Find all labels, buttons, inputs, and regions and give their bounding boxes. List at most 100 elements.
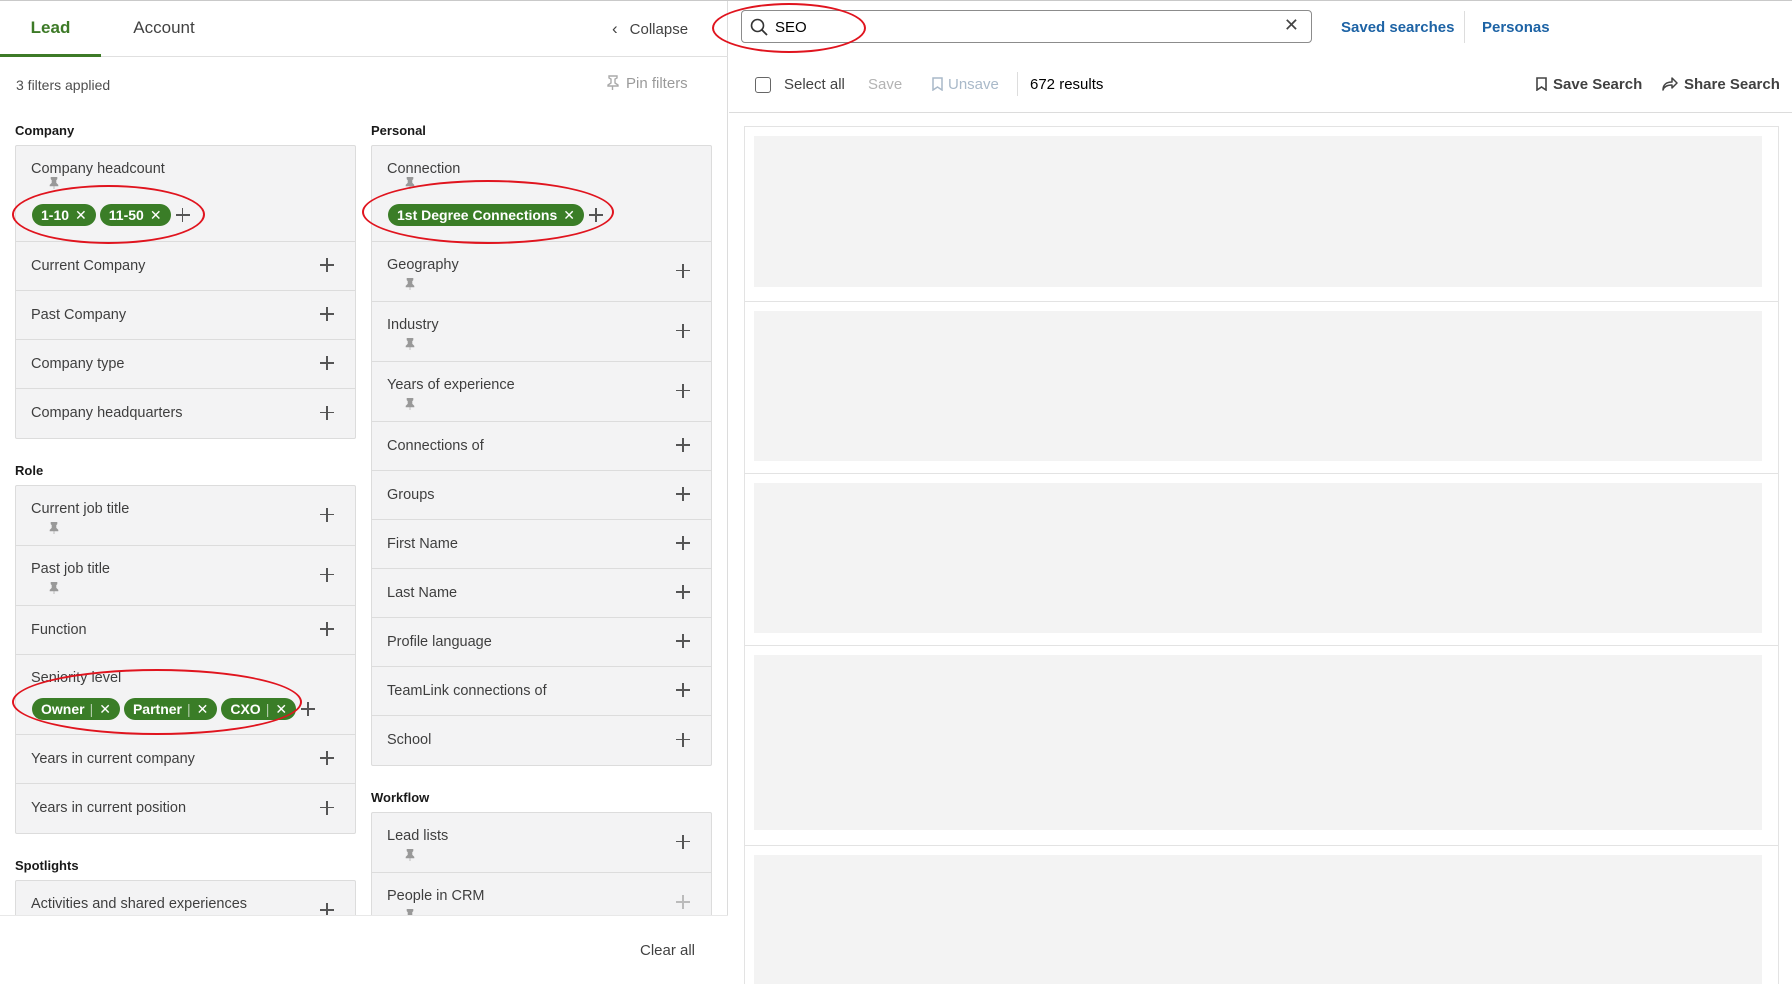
collapse-button[interactable]: ‹ Collapse [612, 1, 688, 57]
filter-current-job-title[interactable]: Current job title [16, 486, 355, 546]
pin-icon[interactable] [49, 581, 59, 598]
filter-label: Years in current position [31, 800, 187, 816]
filter-pill-11-50[interactable]: 11-50 ✕ [99, 204, 171, 226]
filter-pill-1-10[interactable]: 1-10 ✕ [32, 204, 96, 226]
pin-icon[interactable] [405, 397, 415, 414]
filter-company-headquarters[interactable]: Company headquarters [16, 389, 355, 438]
loading-placeholder [754, 855, 1762, 984]
tab-account[interactable]: Account [116, 1, 212, 57]
filter-current-company[interactable]: Current Company [16, 242, 355, 291]
filter-seniority-level[interactable]: Seniority level Owner | ✕ Partner | ✕ CXO | ✕ [16, 655, 355, 735]
filter-company-type[interactable]: Company type [16, 340, 355, 389]
filter-past-job-title[interactable]: Past job title [16, 546, 355, 606]
result-card-placeholder [745, 646, 1778, 846]
pill-label: Partner [132, 701, 182, 717]
filter-function[interactable]: Function [16, 606, 355, 655]
pin-icon[interactable] [405, 277, 415, 294]
filter-label: Seniority level [31, 670, 122, 686]
plus-icon[interactable] [675, 263, 691, 279]
plus-icon[interactable] [319, 405, 335, 421]
plus-icon[interactable] [675, 894, 691, 910]
filter-pill-partner[interactable]: Partner | ✕ [123, 698, 218, 720]
pin-icon[interactable] [405, 337, 415, 354]
plus-icon[interactable] [319, 750, 335, 766]
close-icon[interactable]: ✕ [197, 698, 209, 720]
filter-lead-lists[interactable]: Lead lists [372, 813, 711, 873]
filter-people-in-crm[interactable]: People in CRM [372, 873, 711, 915]
filter-pill-owner[interactable]: Owner | ✕ [32, 698, 120, 720]
plus-icon[interactable] [675, 486, 691, 502]
plus-icon[interactable] [675, 383, 691, 399]
plus-icon[interactable] [675, 732, 691, 748]
filter-first-name[interactable]: First Name [372, 520, 711, 569]
plus-icon[interactable] [319, 257, 335, 273]
select-all-label[interactable]: Select all [784, 76, 845, 93]
filter-years-in-current-company[interactable]: Years in current company [16, 735, 355, 784]
pin-icon[interactable] [49, 521, 59, 538]
personal-filters: Connection 1st Degree Connections ✕ Geogr… [371, 145, 712, 766]
pin-icon[interactable] [405, 848, 415, 865]
filter-last-name[interactable]: Last Name [372, 569, 711, 618]
tab-lead[interactable]: Lead [0, 1, 101, 57]
pill-label: 1-10 [41, 207, 70, 223]
plus-icon[interactable] [300, 701, 316, 717]
filter-groups[interactable]: Groups [372, 471, 711, 520]
clear-all-button[interactable]: Clear all [640, 942, 695, 959]
plus-icon[interactable] [319, 800, 335, 816]
plus-icon[interactable] [319, 355, 335, 371]
filter-school[interactable]: School [372, 716, 711, 765]
share-icon [1662, 77, 1678, 91]
saved-searches-link[interactable]: Saved searches [1341, 19, 1454, 36]
close-icon[interactable]: ✕ [275, 698, 287, 720]
close-icon[interactable]: ✕ [150, 204, 162, 226]
filters-scroll-area[interactable]: Company Company headcount 1-10 ✕ 11-50 ✕ Cu… [0, 113, 728, 915]
close-icon[interactable]: ✕ [1284, 15, 1299, 36]
chevron-left-icon: ‹ [612, 19, 618, 38]
filter-company-headcount[interactable]: Company headcount 1-10 ✕ 11-50 ✕ [16, 146, 355, 242]
filter-label: School [387, 732, 432, 748]
plus-icon[interactable] [675, 437, 691, 453]
share-search-button[interactable]: Share Search [1662, 76, 1780, 93]
filter-connection[interactable]: Connection 1st Degree Connections ✕ [372, 146, 711, 242]
close-icon[interactable]: ✕ [75, 204, 87, 226]
plus-icon[interactable] [675, 535, 691, 551]
plus-icon[interactable] [319, 902, 335, 915]
plus-icon[interactable] [588, 207, 604, 223]
personas-link[interactable]: Personas [1482, 19, 1550, 36]
pin-filters-label: Pin filters [626, 75, 688, 92]
plus-icon[interactable] [319, 621, 335, 637]
plus-icon[interactable] [319, 507, 335, 523]
plus-icon[interactable] [319, 567, 335, 583]
unsave-button[interactable]: Unsave [932, 76, 999, 93]
search-input[interactable] [775, 15, 1255, 39]
plus-icon[interactable] [675, 584, 691, 600]
plus-icon[interactable] [675, 682, 691, 698]
filter-pill-cxo[interactable]: CXO | ✕ [221, 698, 297, 720]
pin-icon[interactable] [405, 176, 415, 193]
filter-industry[interactable]: Industry [372, 302, 711, 362]
filters-footer: Clear all [0, 915, 728, 984]
save-search-button[interactable]: Save Search [1536, 76, 1642, 93]
close-icon[interactable]: ✕ [563, 204, 575, 226]
pin-icon[interactable] [49, 176, 59, 193]
filter-geography[interactable]: Geography [372, 242, 711, 302]
filter-years-of-experience[interactable]: Years of experience [372, 362, 711, 422]
plus-icon[interactable] [675, 323, 691, 339]
plus-icon[interactable] [675, 834, 691, 850]
filter-years-in-current-position[interactable]: Years in current position [16, 784, 355, 833]
save-button[interactable]: Save [868, 76, 902, 93]
filter-past-company[interactable]: Past Company [16, 291, 355, 340]
filter-pill-1st-degree[interactable]: 1st Degree Connections ✕ [388, 204, 584, 226]
select-all-checkbox[interactable] [755, 77, 771, 93]
filter-profile-language[interactable]: Profile language [372, 618, 711, 667]
plus-icon[interactable] [319, 306, 335, 322]
results-list[interactable] [744, 126, 1779, 984]
close-icon[interactable]: ✕ [99, 698, 111, 720]
pin-filters-button[interactable]: Pin filters [606, 75, 688, 92]
filter-teamlink-connections-of[interactable]: TeamLink connections of [372, 667, 711, 716]
tab-bar: Lead Account ‹ Collapse [0, 1, 728, 57]
filter-connections-of[interactable]: Connections of [372, 422, 711, 471]
plus-icon[interactable] [175, 207, 191, 223]
plus-icon[interactable] [675, 633, 691, 649]
filter-activities-shared-experiences[interactable]: Activities and shared experiences [16, 881, 355, 915]
